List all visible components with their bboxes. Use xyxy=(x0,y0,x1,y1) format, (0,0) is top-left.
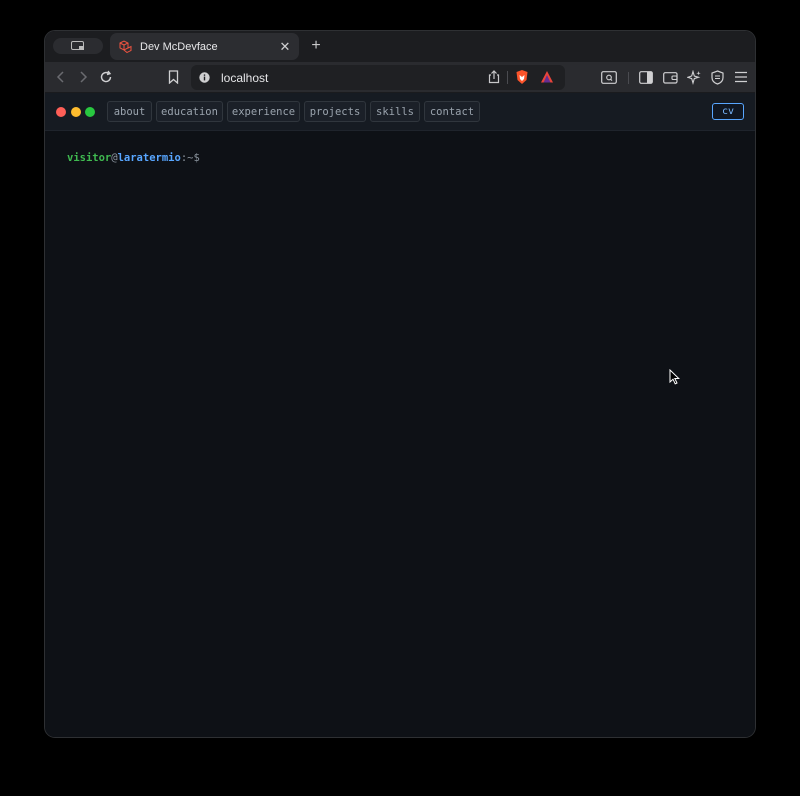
leo-ai-icon[interactable] xyxy=(685,68,703,86)
browser-toolbar: localhost xyxy=(45,62,755,93)
forward-icon[interactable] xyxy=(74,68,92,86)
menu-icon[interactable] xyxy=(732,68,750,86)
prompt-path: :~$ xyxy=(180,152,200,164)
prompt-host: laratermio xyxy=(117,152,181,164)
nav-contact-button[interactable]: contact xyxy=(424,101,480,122)
prompt-user: visitor xyxy=(67,152,112,164)
new-tab-icon[interactable]: + xyxy=(309,36,323,56)
url-text: localhost xyxy=(221,71,269,85)
nav-skills-button[interactable]: skills xyxy=(370,101,420,122)
info-icon[interactable] xyxy=(199,72,210,83)
nav-education-button[interactable]: education xyxy=(156,101,223,122)
wallet-icon[interactable] xyxy=(661,68,679,86)
sidebar-toggle-icon xyxy=(71,41,84,50)
back-icon[interactable] xyxy=(52,68,70,86)
cv-button[interactable]: cv xyxy=(712,103,744,120)
laravel-favicon-icon xyxy=(119,39,132,53)
terminal-prompt: visitor@laratermio:~$ xyxy=(67,152,200,164)
close-icon[interactable]: ✕ xyxy=(279,40,291,53)
browser-window: Dev McDevface ✕ + localhost about educat… xyxy=(44,30,756,738)
vpn-icon[interactable] xyxy=(708,68,726,86)
tab-dev-mcdevface[interactable]: Dev McDevface ✕ xyxy=(110,33,299,60)
reload-icon[interactable] xyxy=(97,68,115,86)
reader-mode-icon[interactable] xyxy=(600,68,618,86)
maximize-dot-icon xyxy=(85,107,95,117)
tab-title: Dev McDevface xyxy=(140,40,218,53)
brave-rewards-icon[interactable] xyxy=(540,70,554,84)
nav-projects-button[interactable]: projects xyxy=(304,101,366,122)
sidebar-toggle-button[interactable] xyxy=(53,38,103,54)
terminal-nav-bar: about education experience projects skil… xyxy=(45,93,755,131)
nav-about-button[interactable]: about xyxy=(107,101,152,122)
minimize-dot-icon xyxy=(71,107,81,117)
mouse-pointer-icon xyxy=(669,369,680,385)
close-dot-icon xyxy=(56,107,66,117)
tab-strip: Dev McDevface ✕ + xyxy=(45,31,755,62)
nav-experience-button[interactable]: experience xyxy=(227,101,300,122)
sidebar-icon[interactable] xyxy=(637,68,655,86)
bookmark-icon[interactable] xyxy=(164,68,182,86)
share-icon[interactable] xyxy=(488,70,500,84)
brave-shields-icon[interactable] xyxy=(515,69,529,85)
address-bar[interactable]: localhost xyxy=(191,65,565,90)
terminal-area[interactable]: visitor@laratermio:~$ xyxy=(45,132,755,737)
